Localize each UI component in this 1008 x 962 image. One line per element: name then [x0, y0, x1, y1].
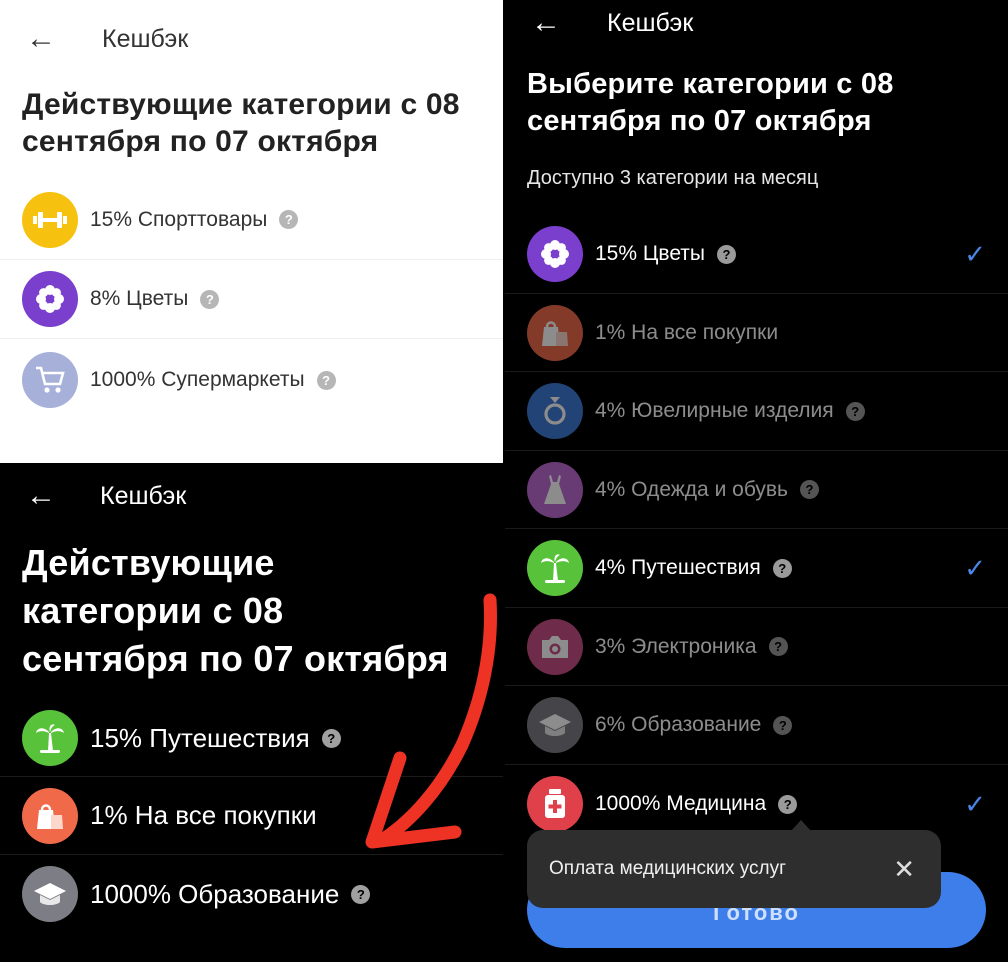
graduation-cap-icon: [527, 697, 583, 753]
top-bar: ← Кешбэк: [531, 8, 1008, 38]
category-label: 4% Ювелирные изделия: [595, 399, 834, 422]
category-row-electronics[interactable]: 3% Электроника ?: [505, 608, 1008, 686]
category-row-travel: 15% Путешествия ?: [0, 700, 503, 777]
light-cashback-screen: ← Кешбэк Действующие категории с 08 сент…: [0, 0, 503, 463]
heading-line: Выберите категории с 08: [527, 68, 894, 100]
category-label: 3% Электроника: [595, 634, 757, 658]
category-row-travel[interactable]: 4% Путешествия ? ✓: [505, 529, 1008, 608]
help-icon[interactable]: ?: [768, 637, 788, 656]
help-icon[interactable]: ?: [200, 289, 220, 309]
help-icon[interactable]: ?: [778, 794, 798, 814]
help-icon[interactable]: ?: [316, 370, 336, 390]
shopping-bag-icon: [527, 304, 583, 361]
screen-title: Кешбэк: [100, 481, 187, 510]
category-row-education: 1000% Образование ?: [0, 855, 503, 933]
help-icon[interactable]: ?: [717, 244, 737, 264]
category-selection-screen: ← Кешбэк Выберите категории с 08 сентябр…: [505, 0, 1008, 962]
heading-line: сентября по 07 октября: [527, 105, 872, 137]
category-label: 1000% Медицина: [595, 792, 767, 815]
category-row-flowers[interactable]: 15% Цветы ? ✓: [505, 215, 1008, 294]
help-icon[interactable]: ?: [799, 480, 819, 499]
close-icon[interactable]: ✕: [893, 854, 915, 885]
category-label: 15% Путешествия: [90, 722, 310, 753]
category-label: 6% Образование: [595, 713, 762, 736]
checkmark-icon: ✓: [964, 238, 986, 269]
camera-icon: [527, 618, 583, 675]
screen-title: Кешбэк: [607, 8, 694, 37]
page-heading: Выберите категории с 08 сентября по 07 о…: [527, 66, 894, 140]
back-arrow-icon[interactable]: ←: [26, 481, 66, 511]
category-row-clothes[interactable]: 4% Одежда и обувь ?: [505, 451, 1008, 529]
help-icon[interactable]: ?: [845, 401, 865, 421]
category-label: 1% На все покупки: [90, 800, 317, 830]
heading-line: категории с 08: [22, 590, 284, 631]
category-row-supermarkets: 1000% Супермаркеты ?: [0, 339, 503, 421]
category-row-all-purchases[interactable]: 1% На все покупки: [505, 294, 1008, 372]
checkmark-icon: ✓: [964, 552, 986, 583]
page-heading: Действующие категории с 08 сентября по 0…: [22, 88, 460, 158]
category-row-sport: 15% Спорттовары ?: [0, 180, 503, 260]
help-icon[interactable]: ?: [773, 715, 793, 735]
flower-icon: [527, 226, 583, 282]
back-arrow-icon[interactable]: ←: [26, 24, 66, 54]
palm-tree-icon: [527, 540, 583, 596]
top-bar: ← Кешбэк: [26, 481, 503, 511]
page-heading: Действующие категории с 08 сентября по 0…: [22, 539, 449, 683]
back-arrow-icon[interactable]: ←: [531, 8, 571, 38]
heading-line: Действующие: [22, 542, 275, 583]
category-label: 15% Цветы: [595, 242, 706, 265]
screen-title: Кешбэк: [102, 24, 189, 53]
category-label: 8% Цветы: [90, 287, 189, 310]
shopping-bag-icon: [22, 787, 78, 844]
category-label: 1000% Образование: [90, 878, 340, 909]
available-count-subtitle: Доступно 3 категории на месяц: [527, 167, 819, 189]
tooltip-text: Оплата медицинских услуг: [549, 858, 787, 879]
dumbbell-icon: [22, 191, 78, 248]
checkmark-icon: ✓: [964, 788, 986, 819]
category-row-all-purchases: 1% На все покупки: [0, 777, 503, 855]
palm-tree-icon: [22, 710, 78, 766]
top-bar: ← Кешбэк: [26, 24, 503, 54]
help-tooltip: Оплата медицинских услуг ✕: [527, 830, 941, 908]
category-label: 1000% Супермаркеты: [90, 368, 305, 391]
help-icon[interactable]: ?: [772, 558, 792, 578]
dress-icon: [527, 461, 583, 518]
help-icon[interactable]: ?: [279, 210, 299, 229]
category-row-jewelry[interactable]: 4% Ювелирные изделия ?: [505, 372, 1008, 451]
medicine-icon: [527, 776, 583, 832]
help-icon[interactable]: ?: [321, 728, 341, 748]
heading-line: сентября по 07 октября: [22, 638, 449, 679]
category-label: 4% Путешествия: [595, 556, 761, 579]
category-label: 15% Спорттовары: [90, 207, 268, 231]
flower-icon: [22, 271, 78, 327]
ring-icon: [527, 383, 583, 439]
category-label: 4% Одежда и обувь: [595, 477, 788, 501]
category-row-flowers: 8% Цветы ?: [0, 260, 503, 339]
dark-cashback-screen: ← Кешбэк Действующие категории с 08 сент…: [0, 463, 503, 962]
help-icon[interactable]: ?: [351, 884, 371, 904]
category-row-education[interactable]: 6% Образование ?: [505, 686, 1008, 765]
category-label: 1% На все покупки: [595, 320, 779, 344]
graduation-cap-icon: [22, 866, 78, 922]
cart-icon: [22, 352, 78, 408]
